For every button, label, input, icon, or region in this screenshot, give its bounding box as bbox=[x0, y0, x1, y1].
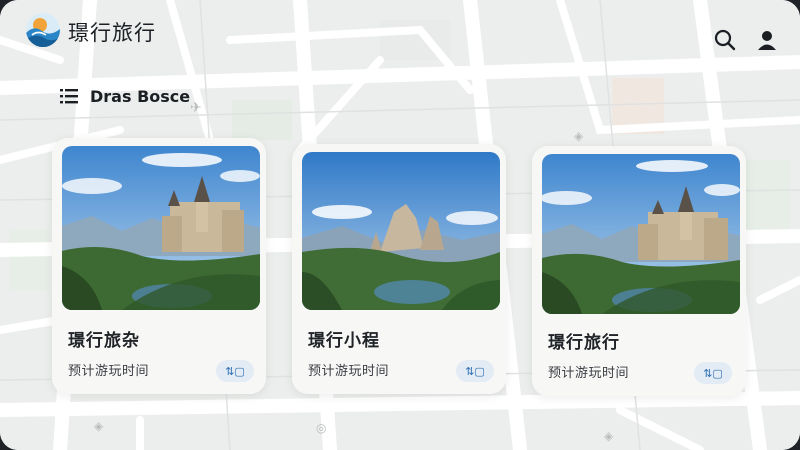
svg-text:◈: ◈ bbox=[94, 419, 104, 433]
trip-card-photo bbox=[302, 152, 500, 310]
search-icon[interactable] bbox=[713, 28, 737, 52]
trip-card-subtitle: 预计游玩时间 bbox=[548, 366, 630, 381]
list-header-label: Dras Bosce bbox=[90, 86, 191, 106]
svg-text:◎: ◎ bbox=[316, 421, 326, 435]
trip-card-photo bbox=[62, 146, 260, 310]
list-header: Dras Bosce bbox=[60, 84, 190, 108]
trip-card-badge[interactable]: ⇅▢ bbox=[694, 362, 732, 384]
app-title: 璟行旅行 bbox=[68, 21, 156, 45]
trip-card-badge[interactable]: ⇅▢ bbox=[216, 360, 254, 382]
trip-card-title: 璟行旅杂 bbox=[68, 331, 140, 351]
wave-sun-logo-icon bbox=[26, 13, 60, 47]
app-screen: ✈ ◈ ◈ ◎ ◈ 璟行旅行 Dras Bosce 璟行旅杂 预计游玩时间 ⇅▢… bbox=[0, 0, 800, 450]
trip-card[interactable]: 璟行旅杂 预计游玩时间 ⇅▢ bbox=[52, 138, 266, 394]
rock-spires-image bbox=[302, 152, 500, 310]
trip-card-title: 璟行小程 bbox=[308, 331, 380, 351]
trip-card-photo bbox=[542, 154, 740, 314]
list-menu-icon[interactable] bbox=[60, 88, 78, 104]
trip-card[interactable]: 璟行小程 预计游玩时间 ⇅▢ bbox=[292, 144, 506, 394]
trip-card-badge[interactable]: ⇅▢ bbox=[456, 360, 494, 382]
trip-card-subtitle: 预计游玩时间 bbox=[308, 364, 390, 379]
svg-text:✈: ✈ bbox=[190, 100, 202, 116]
trip-card-title: 璟行旅行 bbox=[548, 333, 620, 353]
svg-text:◈: ◈ bbox=[574, 129, 584, 143]
top-bar: 璟行旅行 bbox=[0, 0, 800, 60]
svg-text:◈: ◈ bbox=[604, 429, 614, 443]
trip-card-subtitle: 预计游玩时间 bbox=[68, 364, 150, 379]
trip-card[interactable]: 璟行旅行 预计游玩时间 ⇅▢ bbox=[532, 146, 746, 396]
app-logo[interactable] bbox=[26, 13, 60, 47]
user-icon[interactable] bbox=[755, 28, 779, 52]
castle-image bbox=[62, 146, 260, 310]
castle-image bbox=[542, 154, 740, 314]
